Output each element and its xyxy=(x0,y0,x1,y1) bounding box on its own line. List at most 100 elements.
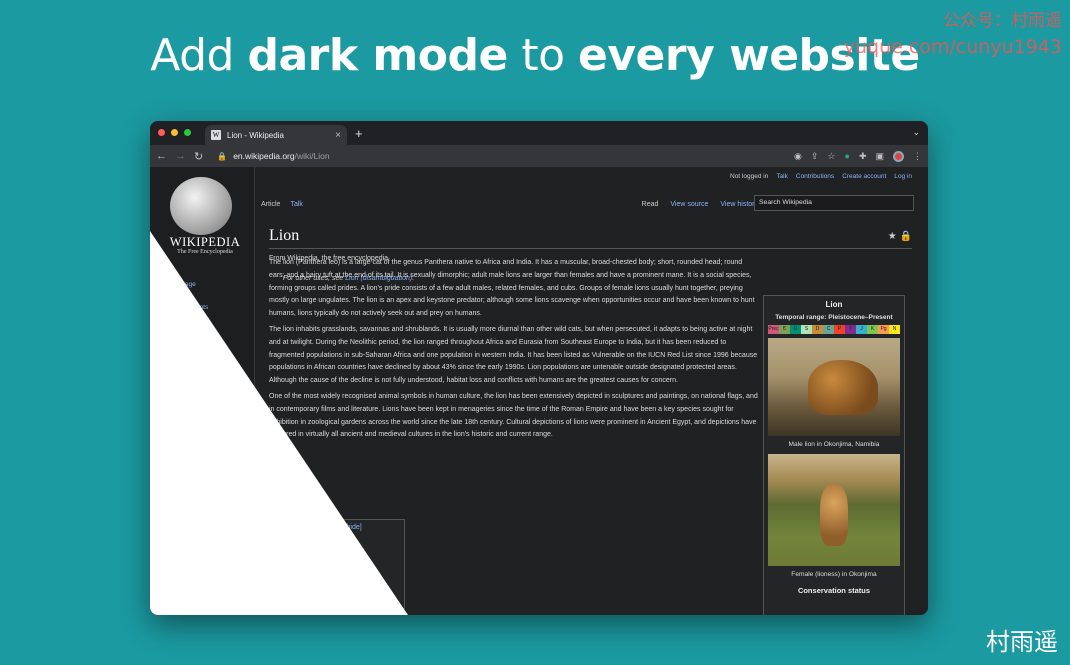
toc-item[interactable]: 1 Etymology xyxy=(276,535,398,548)
paragraph-intro: The lion (Panthera leo) is a large cat o… xyxy=(269,259,755,318)
url-path: /wiki/Lion xyxy=(294,151,330,161)
sidebar-item-donate[interactable]: Donate xyxy=(165,349,218,361)
watermark-line2: yuque.com/cunyu1943 xyxy=(843,36,1062,58)
tab-close-icon[interactable]: × xyxy=(335,130,341,141)
paragraph-habitat: The lion inhabits grasslands, savannas a… xyxy=(269,325,758,385)
side-panel-icon[interactable]: ▣ xyxy=(875,151,884,162)
sidebar-item-related-changes[interactable]: Related changes xyxy=(165,471,218,483)
sidebar-item-contact[interactable]: Contact us xyxy=(165,337,218,349)
era-segment[interactable]: Pg xyxy=(878,325,889,334)
era-segment[interactable]: Prec xyxy=(768,325,779,334)
sidebar-item-upload-file[interactable]: Upload file xyxy=(165,427,218,439)
sidebar-item-special-pages[interactable]: Special pages xyxy=(165,483,218,495)
tab-article[interactable]: Article xyxy=(261,201,280,208)
infobox-title: Lion xyxy=(825,300,843,309)
infobox: Lion Temporal range: Pleistocene–Present… xyxy=(763,295,905,615)
headline-part1: Add xyxy=(150,30,248,81)
sidebar-item-printable-version[interactable]: Printable version xyxy=(165,573,218,585)
sidebar-item-recent-changes[interactable]: Recent changes xyxy=(165,416,218,428)
toc-title: Contents xyxy=(312,524,343,531)
era-segment[interactable]: S xyxy=(801,325,812,334)
era-segment[interactable]: J xyxy=(856,325,867,334)
sidebar-item-current-events[interactable]: Current events xyxy=(165,302,218,314)
back-arrow-icon[interactable]: ← xyxy=(156,150,167,162)
sidebar-item-page-information[interactable]: Page information xyxy=(165,506,218,518)
address-bar[interactable]: 🔒 en.wikipedia.org/wiki/Lion xyxy=(211,148,786,165)
article-body: The lion (Panthera leo) is a large cat o… xyxy=(269,257,759,445)
era-segment[interactable]: D xyxy=(812,325,823,334)
featured-star-icon: ★ xyxy=(887,231,897,242)
era-segment[interactable]: C xyxy=(823,325,834,334)
era-segment[interactable]: T xyxy=(845,325,856,334)
extension-moon-icon[interactable]: ● xyxy=(845,151,850,161)
sidebar-item-random-article[interactable]: Random article xyxy=(165,314,218,326)
male-lion-figure xyxy=(808,360,878,415)
sidebar-item-main-page[interactable]: Main page xyxy=(165,279,218,291)
sidebar-item-cite-this-page[interactable]: Cite this page xyxy=(165,517,218,529)
url-host: en.wikipedia.org xyxy=(233,151,295,161)
tab-view-source[interactable]: View source xyxy=(670,201,708,208)
wiki-sidebar: WIKIPEDIA The Free Encyclopedia Main pag… xyxy=(150,167,254,615)
sidebar-item-contents[interactable]: Contents xyxy=(165,291,218,303)
tab-view-history[interactable]: View history xyxy=(720,201,758,208)
toc-item[interactable]: 2 Taxonomy xyxy=(276,548,398,561)
watermark-bottom: 村雨遥 xyxy=(986,628,1058,656)
toc-hide-link[interactable]: [hide] xyxy=(345,524,362,531)
wikipedia-page: WIKIPEDIA The Free Encyclopedia Main pag… xyxy=(150,167,928,615)
profile-avatar[interactable] xyxy=(893,150,904,162)
user-nav-create-account[interactable]: Create account xyxy=(842,173,886,180)
browser-tab-lion[interactable]: W Lion - Wikipedia × xyxy=(205,125,347,145)
reload-icon[interactable]: ↻ xyxy=(194,150,203,163)
sidebar-item-community-portal[interactable]: Community portal xyxy=(165,404,218,416)
user-nav-talk[interactable]: Talk xyxy=(776,173,788,180)
sidebar-item-what-links-here[interactable]: What links here xyxy=(165,459,218,471)
user-nav-contributions[interactable]: Contributions xyxy=(796,173,834,180)
conservation-status-heading: Conservation status xyxy=(797,586,871,595)
era-segment[interactable]: O xyxy=(790,325,801,334)
headline-bold1: dark mode xyxy=(247,30,508,81)
sidebar-heading-print: Print/export xyxy=(165,551,199,559)
tab-read[interactable]: Read xyxy=(642,201,659,208)
close-window-button[interactable] xyxy=(158,129,165,136)
minimize-window-button[interactable] xyxy=(171,129,178,136)
lioness-image[interactable] xyxy=(768,454,900,566)
wikipedia-wordmark[interactable]: WIKIPEDIA xyxy=(165,235,245,250)
google-lens-icon[interactable]: ◉ xyxy=(794,151,802,162)
share-icon[interactable]: ⇪ xyxy=(811,151,819,162)
wikipedia-globe-logo[interactable] xyxy=(170,177,232,235)
sidebar-item-learn-to-edit[interactable]: Learn to edit xyxy=(165,392,218,404)
wiki-search-input[interactable]: Search Wikipedia xyxy=(754,195,914,211)
toc-item[interactable]: 2.1 Subspecies xyxy=(276,561,398,574)
era-segment[interactable]: N xyxy=(889,325,900,334)
forward-arrow-icon[interactable]: → xyxy=(175,150,186,162)
sidebar-item-about[interactable]: About Wikipedia xyxy=(165,325,218,337)
wikipedia-favicon-icon: W xyxy=(211,130,221,140)
browser-window: W Lion - Wikipedia × + ⌄ ← → ↻ 🔒 en.wiki… xyxy=(150,121,928,615)
browser-toolbar: ← → ↻ 🔒 en.wikipedia.org/wiki/Lion ◉ ⇪ ☆… xyxy=(150,145,928,167)
maximize-window-button[interactable] xyxy=(184,129,191,136)
not-logged-in-label: Not logged in xyxy=(730,173,769,180)
sidebar-links: Main page Contents Current events Random… xyxy=(165,279,218,605)
era-segment[interactable]: K xyxy=(867,325,878,334)
sidebar-item-wikidata-item[interactable]: Wikidata item xyxy=(165,529,218,541)
male-lion-image[interactable] xyxy=(768,338,900,436)
toc-item[interactable]: 2.3 Evolution xyxy=(276,587,398,600)
window-controls xyxy=(158,129,191,136)
wiki-main: Not logged in Talk Contributions Create … xyxy=(254,167,928,615)
tab-talk[interactable]: Talk xyxy=(290,201,302,208)
toc-item[interactable]: 2.2 Fossil records xyxy=(276,574,398,587)
extensions-puzzle-icon[interactable]: ✚ xyxy=(859,151,867,162)
sidebar-item-download-pdf[interactable]: Download as PDF xyxy=(165,561,218,573)
user-nav-log-in[interactable]: Log in xyxy=(894,173,912,180)
sidebar-item-help[interactable]: Help xyxy=(165,381,218,393)
geologic-timescale-bar: Prec Є O S D C P T J K Pg N xyxy=(768,325,900,334)
sidebar-heading-tools: Tools xyxy=(165,449,181,457)
bookmark-star-icon[interactable]: ☆ xyxy=(827,151,835,162)
menu-kebab-icon[interactable]: ⋮ xyxy=(913,151,922,162)
era-segment[interactable]: P xyxy=(834,325,845,334)
caption-lioness: Female (lioness) in Okonjima xyxy=(791,571,877,578)
tab-search-chevron-icon[interactable]: ⌄ xyxy=(912,127,920,138)
new-tab-button[interactable]: + xyxy=(355,126,363,141)
era-segment[interactable]: Є xyxy=(779,325,790,334)
sidebar-item-permanent-link[interactable]: Permanent link xyxy=(165,494,218,506)
